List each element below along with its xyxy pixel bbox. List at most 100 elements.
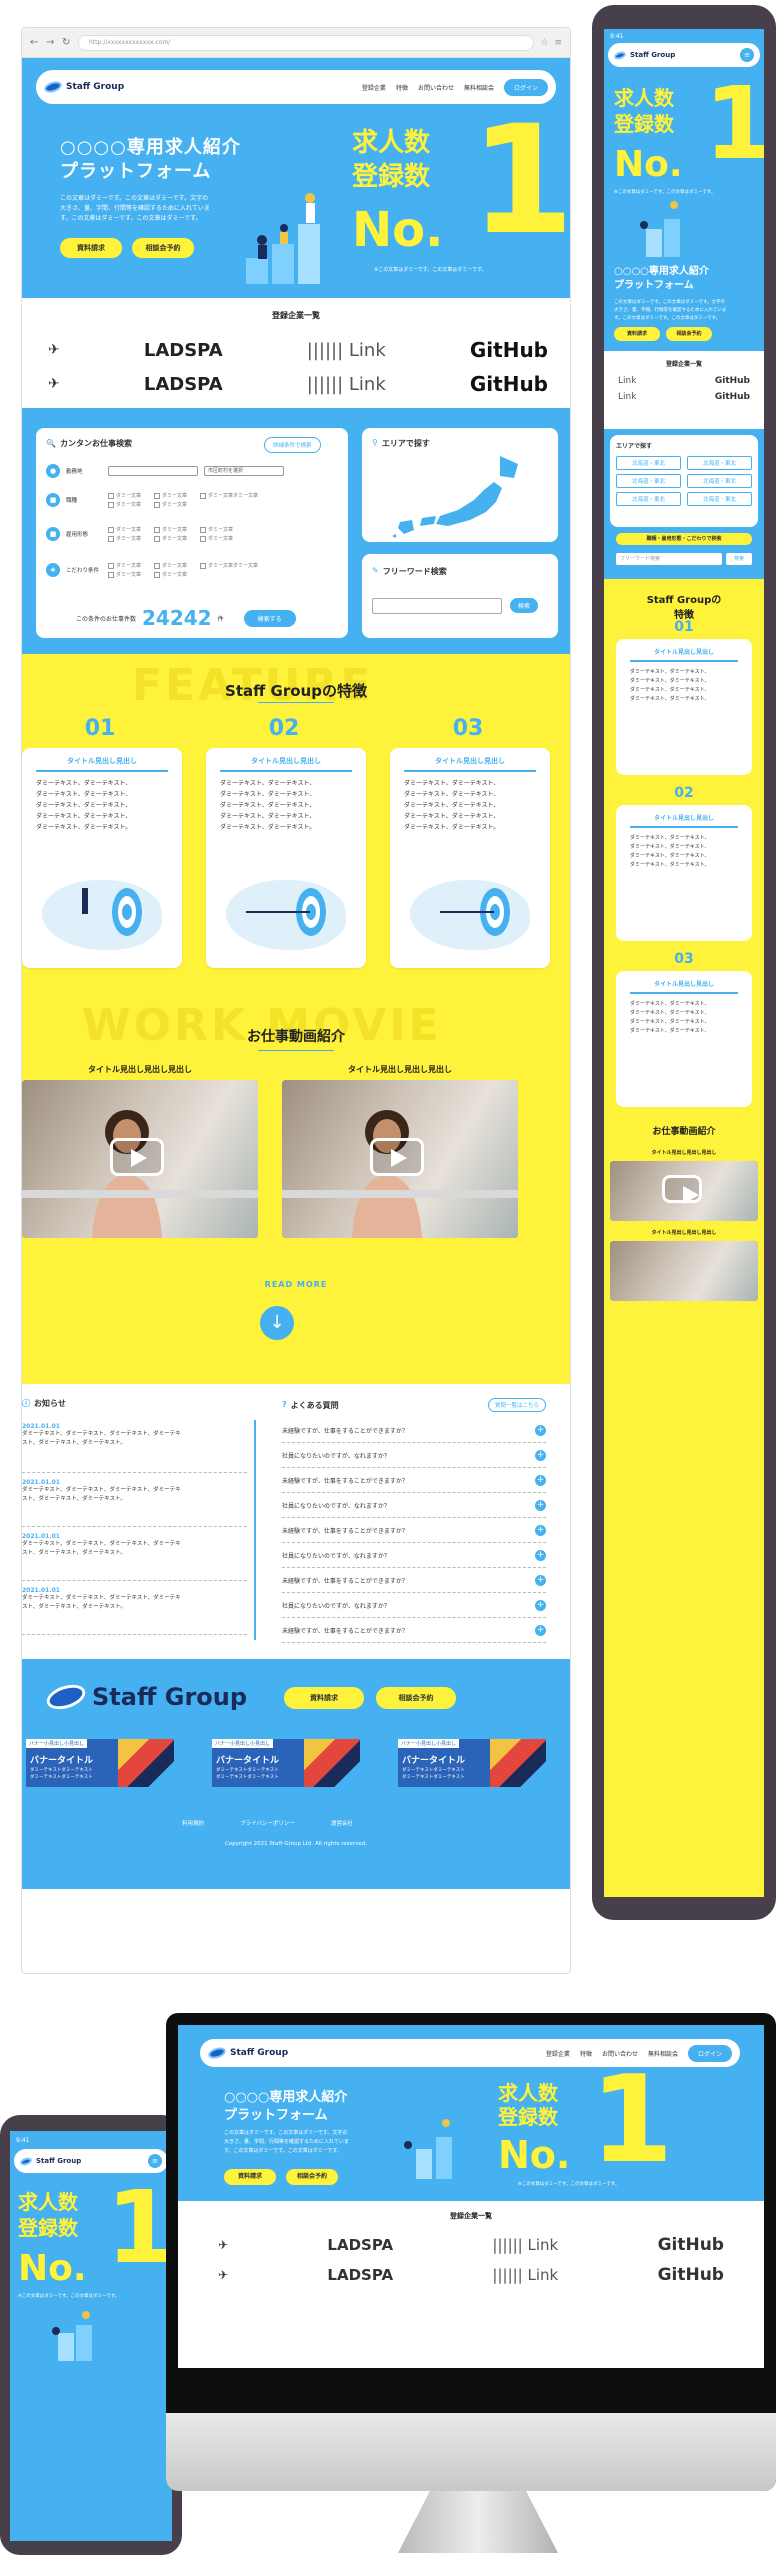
nav-companies[interactable]: 登録企業	[362, 83, 386, 92]
footer-link-company[interactable]: 運営会社	[331, 1819, 353, 1827]
job-checkbox[interactable]: ダミー文章	[154, 501, 194, 508]
footer-request-button[interactable]: 資料請求	[284, 1687, 364, 1709]
employment-checkbox[interactable]: ダミー文章	[108, 535, 148, 542]
preference-checkbox[interactable]: ダミー文章	[154, 562, 194, 569]
banner-2[interactable]: バナー小見出し小見出し バナータイトル ダミーテキストダミーテキスト ダミーテキストダ…	[212, 1739, 360, 1787]
plus-icon[interactable]: +	[535, 1424, 546, 1436]
employment-checkbox[interactable]: ダミー文章	[154, 535, 194, 542]
video-thumbnail-1[interactable]	[22, 1080, 258, 1238]
preference-checkbox[interactable]: ダミー文章ダミー文章	[200, 562, 270, 569]
faq-item[interactable]: 未経験ですが、仕事をすることができますか？ +	[282, 1518, 546, 1543]
plus-icon[interactable]: +	[535, 1474, 546, 1486]
prefecture-select[interactable]	[108, 466, 198, 476]
faq-item[interactable]: 未経験ですが、仕事をすることができますか？ +	[282, 1418, 546, 1443]
menu-icon[interactable]: ≡	[554, 38, 562, 48]
footer-links: 利用規約 プライバシーポリシー 運営会社	[182, 1819, 353, 1827]
faq-item[interactable]: 社員になりたいのですが、なれますか？ +	[282, 1593, 546, 1618]
news-item[interactable]: 2021.01.01 ダミーテキスト、ダミーテキスト、ダミーテキスト、ダミーテキス…	[22, 1473, 247, 1527]
mobile-video-2[interactable]	[610, 1241, 758, 1301]
preference-checkbox[interactable]: ダミー文章	[108, 571, 148, 578]
preference-checkbox[interactable]: ダミー文章	[108, 562, 148, 569]
forward-icon[interactable]: →	[46, 37, 56, 48]
employment-checkbox[interactable]: ダミー文章	[108, 526, 148, 533]
star-icon[interactable]: ☆	[540, 38, 548, 48]
brand-logo[interactable]: Staff Group	[42, 79, 124, 95]
faq-item[interactable]: 未経験ですが、仕事をすることができますか？ +	[282, 1618, 546, 1643]
japan-map[interactable]	[382, 452, 532, 538]
area-button[interactable]: 北海道・東北	[687, 456, 752, 470]
freeword-search-button[interactable]: 検索	[510, 598, 539, 613]
hamburger-icon[interactable]: ≡	[148, 2154, 162, 2168]
news-item[interactable]: 2021.01.01 ダミーテキスト、ダミーテキスト、ダミーテキスト、ダミーテキス…	[22, 1581, 247, 1635]
footer-link-privacy[interactable]: プライバシーポリシー	[240, 1819, 295, 1827]
job-checkbox[interactable]: ダミー文章	[108, 501, 148, 508]
login-button[interactable]: ログイン	[687, 2044, 732, 2062]
url-bar[interactable]: http://xxxxxxxxxxxxx.com/	[78, 34, 535, 51]
faq-item[interactable]: 社員になりたいのですが、なれますか？ +	[282, 1493, 546, 1518]
area-button[interactable]: 北海道・東北	[616, 492, 681, 506]
request-docs-button[interactable]: 資料請求	[60, 238, 122, 258]
plus-icon[interactable]: +	[535, 1549, 546, 1561]
area-button[interactable]: 北海道・東北	[687, 492, 752, 506]
request-docs-button[interactable]: 資料請求	[224, 2169, 276, 2185]
video-thumbnail-2[interactable]	[282, 1080, 518, 1238]
faq-item[interactable]: 社員になりたいのですが、なれますか？ +	[282, 1543, 546, 1568]
plus-icon[interactable]: +	[535, 1624, 546, 1636]
mobile-freeword-input[interactable]: フリーワード検索	[616, 553, 722, 565]
news-item[interactable]: 2021.01.01 ダミーテキスト、ダミーテキスト、ダミーテキスト、ダミーテキス…	[22, 1419, 247, 1473]
banner-1[interactable]: バナー小見出し小見出し バナータイトル ダミーテキストダミーテキスト ダミーテキストダ…	[26, 1739, 174, 1787]
job-checkbox[interactable]: ダミー文章	[108, 492, 148, 499]
freeword-input[interactable]	[372, 598, 502, 614]
employment-checkbox[interactable]: ダミー文章	[200, 526, 240, 533]
hamburger-icon[interactable]: ≡	[740, 48, 754, 62]
mobile-freeword-button[interactable]: 検索	[726, 553, 752, 565]
employment-checkbox[interactable]: ダミー文章	[200, 535, 240, 542]
feature-title-1: Staff Groupの	[646, 595, 722, 606]
area-button[interactable]: 北海道・東北	[616, 456, 681, 470]
faq-item[interactable]: 未経験ですが、仕事をすることができますか？ +	[282, 1568, 546, 1593]
search-submit-button[interactable]: 検索する	[243, 609, 296, 627]
plus-icon[interactable]: +	[535, 1599, 546, 1611]
reload-icon[interactable]: ↻	[62, 37, 72, 48]
city-select[interactable]: 市区町村を選択	[204, 466, 284, 476]
request-docs-button[interactable]: 資料請求	[614, 327, 660, 341]
employment-checkbox[interactable]: ダミー文章	[154, 526, 194, 533]
login-button[interactable]: ログイン	[503, 78, 548, 96]
consult-reserve-button[interactable]: 相談会予約	[666, 327, 712, 341]
read-more-link[interactable]: READ MORE	[22, 1280, 570, 1289]
brand-logo[interactable]: Staff Group	[19, 2155, 81, 2167]
nav-contact[interactable]: お問い合わせ	[418, 83, 454, 92]
banner-3[interactable]: バナー小見出し小見出し バナータイトル ダミーテキストダミーテキスト ダミーテキストダ…	[398, 1739, 546, 1787]
consult-reserve-button[interactable]: 相談会予約	[286, 2169, 338, 2185]
news-item[interactable]: 2021.01.01 ダミーテキスト、ダミーテキスト、ダミーテキスト、ダミーテキス…	[22, 1527, 247, 1581]
play-icon[interactable]	[370, 1138, 424, 1176]
play-icon[interactable]	[110, 1138, 164, 1176]
area-button[interactable]: 北海道・東北	[616, 474, 681, 488]
mobile-video-1[interactable]	[610, 1161, 758, 1221]
nav-companies[interactable]: 登録企業	[546, 2049, 570, 2058]
back-icon[interactable]: ←	[30, 37, 40, 48]
consult-reserve-button[interactable]: 相談会予約	[132, 238, 194, 258]
brand-logo[interactable]: Staff Group	[613, 49, 675, 61]
arrow-down-icon[interactable]: ↓	[260, 1306, 294, 1340]
condition-search-button[interactable]: 職種・雇用形態・こだわりで検索	[616, 533, 752, 545]
brand-logo[interactable]: Staff Group	[206, 2045, 288, 2061]
small-phone-screen: 9:41 Staff Group ≡ 求人数 登録数 No. 1 ※この文章はダ…	[10, 2131, 172, 2541]
nav-consult[interactable]: 無料相談会	[464, 83, 494, 92]
footer-logo[interactable]: Staff Group	[43, 1680, 247, 1714]
area-button[interactable]: 北海道・東北	[687, 474, 752, 488]
plus-icon[interactable]: +	[535, 1524, 546, 1536]
nav-feature[interactable]: 特徴	[396, 83, 408, 92]
footer-consult-button[interactable]: 相談会予約	[376, 1687, 456, 1709]
faq-item[interactable]: 未経験ですが、仕事をすることができますか？ +	[282, 1468, 546, 1493]
plus-icon[interactable]: +	[535, 1574, 546, 1586]
footer-link-terms[interactable]: 利用規約	[182, 1819, 204, 1827]
job-checkbox[interactable]: ダミー文章ダミー文章	[200, 492, 270, 499]
advanced-search-button[interactable]: 詳細条件で検索	[264, 437, 321, 453]
plus-icon[interactable]: +	[535, 1449, 546, 1461]
faq-more-button[interactable]: 質問一覧はこちら	[487, 1398, 546, 1412]
faq-item[interactable]: 社員になりたいのですが、なれますか？ +	[282, 1443, 546, 1468]
plus-icon[interactable]: +	[535, 1499, 546, 1511]
job-checkbox[interactable]: ダミー文章	[154, 492, 194, 499]
preference-checkbox[interactable]: ダミー文章	[154, 571, 194, 578]
